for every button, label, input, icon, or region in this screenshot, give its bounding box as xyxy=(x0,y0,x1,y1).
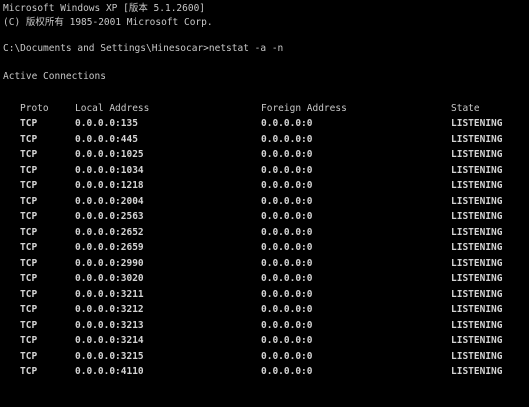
connection-local-address: 0.0.0.0:2990 xyxy=(75,257,144,269)
connection-state: LISTENING xyxy=(451,304,503,315)
column-header-proto: Proto xyxy=(20,103,49,114)
connection-proto: TCP xyxy=(20,226,38,238)
connection-proto: TCP xyxy=(20,273,38,284)
section-title: Active Connections xyxy=(3,71,106,82)
connection-foreign-address: 0.0.0.0:0 xyxy=(261,133,313,145)
window-edge xyxy=(523,0,529,407)
connection-foreign-address: 0.0.0.0:0 xyxy=(261,335,313,346)
connection-row: TCP 0.0.0.0:3215 0.0.0.0:0 LISTENING xyxy=(0,351,529,363)
connection-proto: TCP xyxy=(20,366,38,377)
connection-state: LISTENING xyxy=(451,288,503,300)
command-line: C:\Documents and Settings\Hinesocar>nets… xyxy=(3,43,284,54)
connection-local-address: 0.0.0.0:3215 xyxy=(75,350,144,362)
column-header-foreign-address: Foreign Address xyxy=(261,103,347,114)
connection-row: TCP 0.0.0.0:1218 0.0.0.0:0 LISTENING xyxy=(0,180,529,192)
connection-state: LISTENING xyxy=(451,118,503,129)
connection-row: TCP 0.0.0.0:1034 0.0.0.0:0 LISTENING xyxy=(0,165,529,177)
connection-foreign-address: 0.0.0.0:0 xyxy=(261,180,313,191)
connection-state: LISTENING xyxy=(451,335,503,346)
connection-proto: TCP xyxy=(20,118,38,129)
connection-row: TCP 0.0.0.0:2563 0.0.0.0:0 LISTENING xyxy=(0,211,529,223)
connection-local-address: 0.0.0.0:1218 xyxy=(75,180,144,191)
connection-proto: TCP xyxy=(20,211,38,222)
connection-state: LISTENING xyxy=(451,242,503,253)
connection-local-address: 0.0.0.0:3211 xyxy=(75,288,144,300)
connection-row: TCP 0.0.0.0:3214 0.0.0.0:0 LISTENING xyxy=(0,335,529,347)
connection-row: TCP 0.0.0.0:4110 0.0.0.0:0 LISTENING xyxy=(0,366,529,378)
connection-proto: TCP xyxy=(20,257,38,269)
column-header-state: State xyxy=(451,103,480,114)
connection-local-address: 0.0.0.0:3213 xyxy=(75,319,144,331)
banner-line-1: Microsoft Windows XP [版本 5.1.2600] xyxy=(3,3,206,14)
connection-row: TCP 0.0.0.0:2004 0.0.0.0:0 LISTENING xyxy=(0,196,529,208)
connection-row: TCP 0.0.0.0:3211 0.0.0.0:0 LISTENING xyxy=(0,289,529,301)
connection-row: TCP 0.0.0.0:1025 0.0.0.0:0 LISTENING xyxy=(0,149,529,161)
connection-proto: TCP xyxy=(20,195,38,207)
connection-local-address: 0.0.0.0:2004 xyxy=(75,195,144,207)
connection-proto: TCP xyxy=(20,180,38,191)
connection-state: LISTENING xyxy=(451,211,503,222)
connection-foreign-address: 0.0.0.0:0 xyxy=(261,195,313,207)
connection-foreign-address: 0.0.0.0:0 xyxy=(261,211,313,222)
connection-local-address: 0.0.0.0:2563 xyxy=(75,211,144,222)
connection-foreign-address: 0.0.0.0:0 xyxy=(261,319,313,331)
connection-state: LISTENING xyxy=(451,195,503,207)
connection-foreign-address: 0.0.0.0:0 xyxy=(261,242,313,253)
connection-row: TCP 0.0.0.0:2659 0.0.0.0:0 LISTENING xyxy=(0,242,529,254)
connection-state: LISTENING xyxy=(451,149,503,160)
connection-local-address: 0.0.0.0:3212 xyxy=(75,304,144,315)
connection-local-address: 0.0.0.0:4110 xyxy=(75,366,144,377)
console-window[interactable]: Microsoft Windows XP [版本 5.1.2600] (C) 版… xyxy=(0,0,529,407)
connection-proto: TCP xyxy=(20,288,38,300)
connection-row: TCP 0.0.0.0:2990 0.0.0.0:0 LISTENING xyxy=(0,258,529,270)
connection-state: LISTENING xyxy=(451,226,503,238)
connection-row: TCP 0.0.0.0:135 0.0.0.0:0 LISTENING xyxy=(0,118,529,130)
connection-row: TCP 0.0.0.0:3212 0.0.0.0:0 LISTENING xyxy=(0,304,529,316)
connection-row: TCP 0.0.0.0:445 0.0.0.0:0 LISTENING xyxy=(0,134,529,146)
connection-proto: TCP xyxy=(20,242,38,253)
column-header-row: Proto Local Address Foreign Address Stat… xyxy=(0,103,529,115)
connection-foreign-address: 0.0.0.0:0 xyxy=(261,118,313,129)
connection-state: LISTENING xyxy=(451,273,503,284)
connection-local-address: 0.0.0.0:2659 xyxy=(75,242,144,253)
connection-local-address: 0.0.0.0:3214 xyxy=(75,335,144,346)
connection-local-address: 0.0.0.0:2652 xyxy=(75,226,144,238)
connection-state: LISTENING xyxy=(451,180,503,191)
connection-local-address: 0.0.0.0:1025 xyxy=(75,149,144,160)
connection-foreign-address: 0.0.0.0:0 xyxy=(261,350,313,362)
connection-proto: TCP xyxy=(20,133,38,145)
connection-row: TCP 0.0.0.0:3213 0.0.0.0:0 LISTENING xyxy=(0,320,529,332)
connection-state: LISTENING xyxy=(451,350,503,362)
connection-foreign-address: 0.0.0.0:0 xyxy=(261,257,313,269)
connection-local-address: 0.0.0.0:3020 xyxy=(75,273,144,284)
connection-proto: TCP xyxy=(20,304,38,315)
connection-foreign-address: 0.0.0.0:0 xyxy=(261,288,313,300)
connection-state: LISTENING xyxy=(451,133,503,145)
column-header-local-address: Local Address xyxy=(75,103,150,114)
connection-proto: TCP xyxy=(20,149,38,160)
connection-proto: TCP xyxy=(20,350,38,362)
connection-row: TCP 0.0.0.0:3020 0.0.0.0:0 LISTENING xyxy=(0,273,529,285)
connection-state: LISTENING xyxy=(451,366,503,377)
connection-state: LISTENING xyxy=(451,319,503,331)
connection-state: LISTENING xyxy=(451,164,503,176)
connection-foreign-address: 0.0.0.0:0 xyxy=(261,304,313,315)
connection-proto: TCP xyxy=(20,319,38,331)
connection-foreign-address: 0.0.0.0:0 xyxy=(261,366,313,377)
connection-foreign-address: 0.0.0.0:0 xyxy=(261,273,313,284)
connection-foreign-address: 0.0.0.0:0 xyxy=(261,149,313,160)
connection-local-address: 0.0.0.0:135 xyxy=(75,118,138,129)
banner-line-2: (C) 版权所有 1985-2001 Microsoft Corp. xyxy=(3,17,213,28)
connection-row: TCP 0.0.0.0:2652 0.0.0.0:0 LISTENING xyxy=(0,227,529,239)
connection-proto: TCP xyxy=(20,335,38,346)
connection-local-address: 0.0.0.0:445 xyxy=(75,133,138,145)
connection-local-address: 0.0.0.0:1034 xyxy=(75,164,144,176)
connection-proto: TCP xyxy=(20,164,38,176)
connection-foreign-address: 0.0.0.0:0 xyxy=(261,164,313,176)
connection-foreign-address: 0.0.0.0:0 xyxy=(261,226,313,238)
connection-state: LISTENING xyxy=(451,257,503,269)
